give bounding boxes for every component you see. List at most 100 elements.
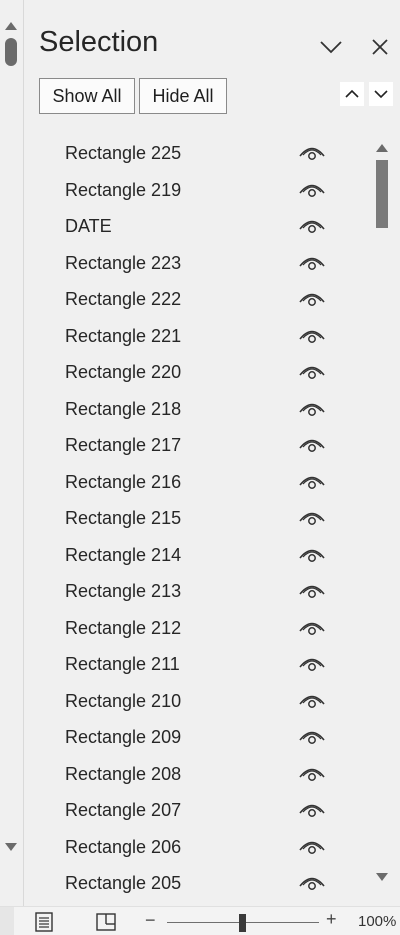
list-item[interactable]: Rectangle 214 xyxy=(25,538,369,575)
list-item-label: Rectangle 209 xyxy=(65,727,182,747)
visibility-toggle[interactable] xyxy=(298,580,326,602)
list-item[interactable]: Rectangle 208 xyxy=(25,757,369,794)
list-item[interactable]: Rectangle 211 xyxy=(25,647,369,684)
visibility-toggle[interactable] xyxy=(298,726,326,748)
eye-icon xyxy=(299,184,325,197)
list-item-label: Rectangle 215 xyxy=(65,508,182,528)
scroll-thumb[interactable] xyxy=(376,160,388,228)
list-item[interactable]: Rectangle 218 xyxy=(25,392,369,429)
selection-pane: Selection Show All Hide All Rectangle 22… xyxy=(25,0,400,906)
visibility-toggle[interactable] xyxy=(298,325,326,347)
zoom-level[interactable]: 100% xyxy=(358,913,396,930)
eye-icon xyxy=(299,841,325,854)
scroll-up-arrow-icon[interactable] xyxy=(376,144,388,152)
pane-title: Selection xyxy=(39,26,159,58)
list-item[interactable]: Rectangle 216 xyxy=(25,465,369,502)
list-item[interactable]: Rectangle 213 xyxy=(25,574,369,611)
scroll-thumb[interactable] xyxy=(5,38,17,66)
visibility-toggle[interactable] xyxy=(298,288,326,310)
hide-all-button[interactable]: Hide All xyxy=(139,78,227,114)
chevron-down-icon xyxy=(374,90,388,99)
list-item[interactable]: Rectangle 207 xyxy=(25,793,369,830)
eye-icon xyxy=(299,804,325,817)
list-item-label: Rectangle 217 xyxy=(65,435,182,455)
visibility-toggle[interactable] xyxy=(298,544,326,566)
normal-view-button[interactable] xyxy=(33,911,55,933)
list-item-label: Rectangle 214 xyxy=(65,544,182,565)
eye-icon xyxy=(299,439,325,452)
list-item-label: DATE xyxy=(65,216,112,236)
visibility-toggle[interactable] xyxy=(298,361,326,383)
list-item[interactable]: Rectangle 215 xyxy=(25,501,369,538)
show-all-button[interactable]: Show All xyxy=(39,78,135,114)
send-backward-button[interactable] xyxy=(369,82,393,106)
visibility-toggle[interactable] xyxy=(298,471,326,493)
visibility-toggle[interactable] xyxy=(298,690,326,712)
list-item-label: Rectangle 216 xyxy=(65,471,182,492)
list-item-label: Rectangle 208 xyxy=(65,763,182,784)
visibility-toggle[interactable] xyxy=(298,252,326,274)
list-scrollbar[interactable] xyxy=(370,136,394,891)
chevron-up-icon xyxy=(345,89,359,98)
eye-icon xyxy=(299,330,325,343)
eye-icon xyxy=(299,147,325,160)
eye-icon xyxy=(299,257,325,270)
visibility-toggle[interactable] xyxy=(298,179,326,201)
bring-forward-button[interactable] xyxy=(340,82,364,106)
list-item[interactable]: Rectangle 209 xyxy=(25,720,369,757)
list-item[interactable]: Rectangle 206 xyxy=(25,830,369,867)
visibility-toggle[interactable] xyxy=(298,872,326,894)
visibility-toggle[interactable] xyxy=(298,799,326,821)
visibility-toggle[interactable] xyxy=(298,434,326,456)
list-item[interactable]: Rectangle 223 xyxy=(25,246,369,283)
visibility-toggle[interactable] xyxy=(298,507,326,529)
reading-view-button[interactable] xyxy=(95,911,117,933)
zoom-in-button[interactable]: + xyxy=(326,909,337,930)
zoom-slider-thumb[interactable] xyxy=(239,914,246,932)
list-item-label: Rectangle 222 xyxy=(65,289,182,309)
list-item-label: Rectangle 211 xyxy=(65,654,180,674)
scroll-up-arrow-icon[interactable] xyxy=(5,22,17,30)
status-bar: − + 100% xyxy=(0,906,400,935)
eye-icon xyxy=(299,512,325,525)
list-item[interactable]: Rectangle 212 xyxy=(25,611,369,648)
visibility-toggle[interactable] xyxy=(298,836,326,858)
eye-icon xyxy=(299,768,325,781)
eye-icon xyxy=(299,658,325,671)
eye-icon xyxy=(299,549,325,562)
list-item-label: Rectangle 213 xyxy=(65,581,182,601)
selection-list: Rectangle 225 Rectangle 219 DATE Rectangle … xyxy=(25,136,369,906)
list-item[interactable]: Rectangle 221 xyxy=(25,319,369,356)
eye-icon xyxy=(299,585,325,598)
list-item[interactable]: Rectangle 222 xyxy=(25,282,369,319)
pane-options-button[interactable] xyxy=(318,34,344,60)
visibility-toggle[interactable] xyxy=(298,215,326,237)
close-icon xyxy=(372,39,388,55)
eye-icon xyxy=(299,403,325,416)
visibility-toggle[interactable] xyxy=(298,142,326,164)
list-item[interactable]: Rectangle 210 xyxy=(25,684,369,721)
status-segment xyxy=(0,907,14,935)
list-item[interactable]: Rectangle 217 xyxy=(25,428,369,465)
eye-icon xyxy=(299,220,325,233)
zoom-out-button[interactable]: − xyxy=(145,910,156,931)
close-pane-button[interactable] xyxy=(367,34,393,60)
list-item[interactable]: Rectangle 219 xyxy=(25,173,369,210)
left-scrollbar[interactable] xyxy=(0,0,24,906)
scroll-down-arrow-icon[interactable] xyxy=(376,873,388,881)
list-item-label: Rectangle 220 xyxy=(65,362,182,382)
list-item-label: Rectangle 206 xyxy=(65,836,182,857)
list-item-label: Rectangle 212 xyxy=(65,617,182,638)
visibility-toggle[interactable] xyxy=(298,617,326,639)
list-item[interactable]: Rectangle 225 xyxy=(25,136,369,173)
list-item[interactable]: Rectangle 205 xyxy=(25,866,369,903)
scroll-down-arrow-icon[interactable] xyxy=(5,843,17,851)
list-item[interactable]: DATE xyxy=(25,209,369,246)
list-item[interactable]: Rectangle 220 xyxy=(25,355,369,392)
visibility-toggle[interactable] xyxy=(298,653,326,675)
eye-icon xyxy=(299,877,325,890)
list-item-label: Rectangle 210 xyxy=(65,690,182,711)
eye-icon xyxy=(299,476,325,489)
visibility-toggle[interactable] xyxy=(298,398,326,420)
visibility-toggle[interactable] xyxy=(298,763,326,785)
